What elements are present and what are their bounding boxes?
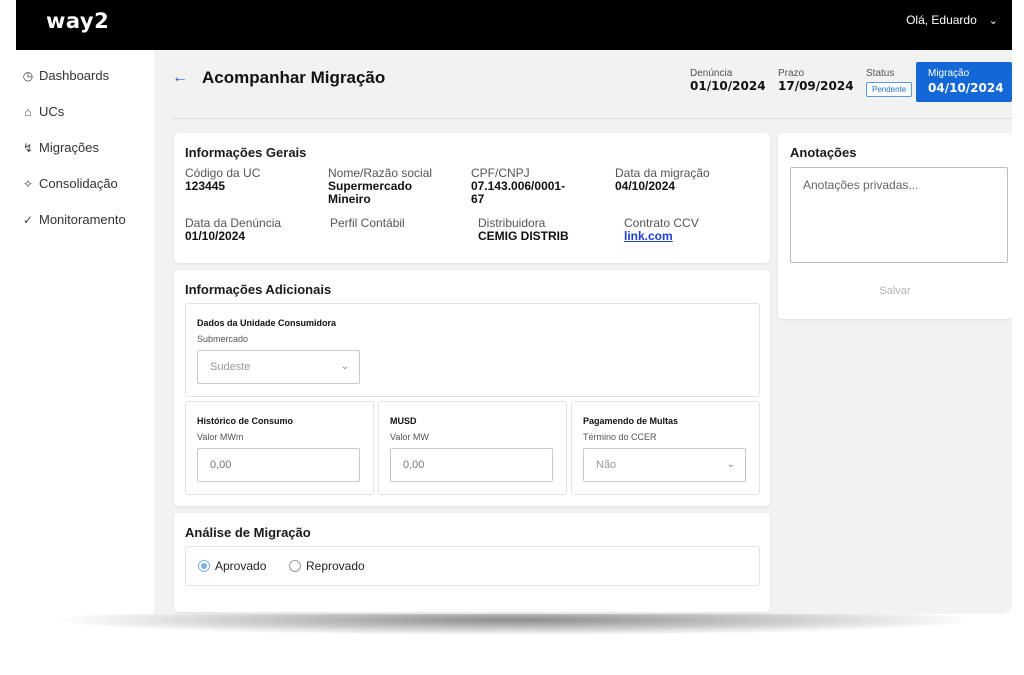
card-analise-migracao: Análise de Migração Aprovado Reprovado: [174, 513, 770, 612]
sidebar: ◷ Dashboards ⌂ UCs ↯ Migrações ✧ Consoli…: [16, 50, 154, 614]
clock-icon: ◷: [22, 68, 34, 83]
app-window: way2 Olá, Eduardo ⌄ ◷ Dashboards ⌂ UCs ↯…: [16, 0, 1012, 614]
chevron-down-icon: ⌄: [340, 360, 349, 372]
card-informacoes-gerais: Informações Gerais Código da UC 123445 N…: [174, 133, 770, 263]
main-content: ← Acompanhar Migração Denúncia 01/10/202…: [154, 50, 1012, 614]
pagamento-multas-box: Pagamendo de Multas Término do CCER Não …: [571, 401, 760, 495]
lightning-icon: ↯: [22, 140, 34, 155]
header-divider: [172, 118, 1012, 119]
radio-reprovado[interactable]: Reprovado: [289, 559, 365, 573]
sidebar-item-dashboards[interactable]: ◷ Dashboards: [22, 68, 109, 83]
termino-ccer-select[interactable]: Não ⌄: [583, 448, 746, 482]
card-informacoes-adicionais: Informações Adicionais Dados da Unidade …: [174, 270, 770, 506]
user-greeting: Olá, Eduardo: [906, 13, 977, 27]
dados-uc-box: Dados da Unidade Consumidora Submercado …: [185, 303, 760, 397]
radio-unselected-icon: [289, 560, 301, 572]
status-badge: Pendente: [866, 82, 913, 97]
migracao-date-box: Migração 04/10/2024: [916, 62, 1012, 102]
building-icon: ⌂: [24, 104, 32, 119]
page-title: Acompanhar Migração: [202, 68, 386, 87]
prazo-info: Prazo 17/09/2024: [778, 68, 854, 93]
sparkle-icon: ✧: [22, 176, 34, 191]
cpf-value-line2: 67: [471, 192, 485, 206]
chevron-down-icon: ⌄: [988, 14, 998, 27]
user-menu[interactable]: Olá, Eduardo ⌄: [906, 13, 998, 27]
card-anotacoes: Anotações Salvar: [778, 133, 1012, 319]
check-circle-icon: ✓: [22, 212, 34, 227]
sidebar-item-migracoes[interactable]: ↯ Migrações: [22, 140, 99, 155]
chevron-down-icon: ⌄: [726, 458, 735, 470]
distribuidora-value: CEMIG DISTRIB: [478, 229, 569, 243]
analise-options-box: Aprovado Reprovado: [185, 546, 760, 586]
musd-input[interactable]: [390, 448, 553, 482]
logo[interactable]: way2: [46, 9, 109, 33]
radio-aprovado[interactable]: Aprovado: [198, 559, 266, 573]
sidebar-item-consolidacao[interactable]: ✧ Consolidação: [22, 176, 118, 191]
data-denuncia-value: 01/10/2024: [185, 229, 246, 243]
sidebar-item-monitoramento[interactable]: ✓ Monitoramento: [22, 212, 126, 227]
save-button[interactable]: Salvar: [778, 285, 1012, 297]
nome-value-line2: Mineiro: [328, 192, 371, 206]
sidebar-item-ucs[interactable]: ⌂ UCs: [22, 104, 64, 119]
cpf-value-line1: 07.143.006/0001-: [471, 179, 566, 193]
top-bar: way2 Olá, Eduardo ⌄: [16, 0, 1012, 50]
submercado-select[interactable]: Sudeste ⌄: [197, 350, 360, 384]
historico-consumo-box: Histórico de Consumo Valor MWm: [185, 401, 374, 495]
codigo-uc-value: 123445: [185, 179, 226, 193]
back-arrow-icon[interactable]: ←: [172, 69, 188, 87]
denuncia-info: Denúncia 01/10/2024: [690, 68, 766, 93]
data-migracao-value: 04/10/2024: [615, 179, 676, 193]
anotacoes-textarea[interactable]: [790, 167, 1008, 263]
card-title: Informações Gerais: [185, 145, 307, 160]
contrato-link[interactable]: link.com: [624, 230, 673, 243]
radio-selected-icon: [198, 560, 210, 572]
status-info: Status Pendente: [866, 68, 913, 97]
page-header: ← Acompanhar Migração Denúncia 01/10/202…: [154, 50, 1012, 118]
historico-consumo-input[interactable]: [197, 448, 360, 482]
musd-box: MUSD Valor MW: [378, 401, 567, 495]
